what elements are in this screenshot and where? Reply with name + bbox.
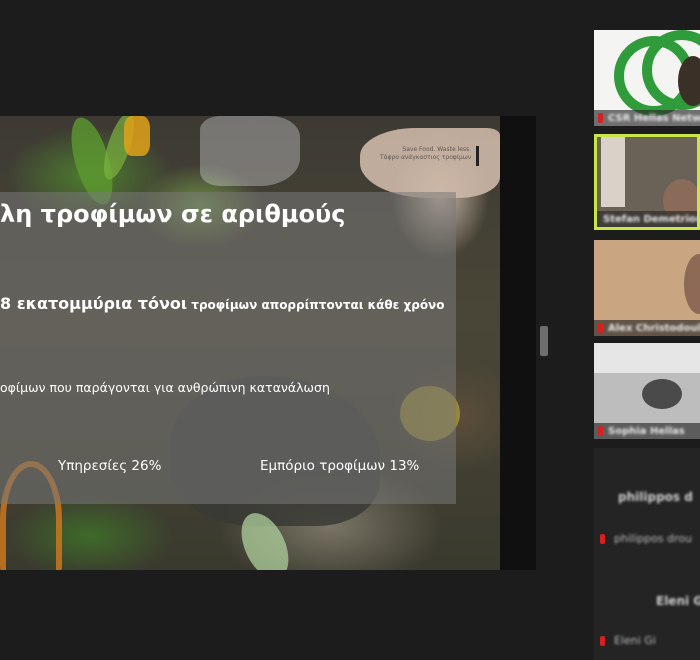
slide-watermark: Save Food. Waste less. Τάφρο ανάγκαστιος… <box>380 146 472 161</box>
participant-tile-active-speaker[interactable]: Stefan Demetriou <box>594 134 700 230</box>
participant-video <box>678 56 700 106</box>
slide-edge <box>500 116 536 570</box>
hand-shape <box>360 128 500 198</box>
leaf-shape <box>97 116 141 183</box>
mic-muted-icon <box>598 113 603 123</box>
participant-list-name[interactable]: Eleni Gi <box>656 594 700 608</box>
participant-name: CSR Hellas Network <box>608 113 700 124</box>
food-trade-stat: Εμπόριο τροφίμων 13% <box>260 458 420 474</box>
participant-list-sub: Eleni Gi <box>614 634 656 647</box>
participant-list <box>594 448 700 660</box>
participant-video <box>642 379 682 409</box>
slide-title: λη τροφίμων σε αριθμούς <box>0 200 346 228</box>
participant-name: Alex Christodoulou <box>608 323 700 334</box>
watermark-bar <box>476 146 479 166</box>
peel-shape <box>124 116 150 156</box>
stat-rest: τροφίμων απορρίπτονται κάθε χρόνο <box>187 298 445 312</box>
mic-muted-icon <box>600 636 605 646</box>
shared-screen-slide: Save Food. Waste less. Τάφρο ανάγκαστιος… <box>0 116 500 570</box>
background-object <box>594 343 700 373</box>
participant-tile[interactable]: Alex Christodoulou <box>594 240 700 336</box>
stat-highlight: 8 εκατομμύρια τόνοι <box>0 294 188 313</box>
grass-shape <box>232 505 298 570</box>
participant-list-name[interactable]: philippos d <box>618 490 693 504</box>
mic-muted-icon <box>598 426 603 436</box>
panel-resize-handle[interactable] <box>540 326 548 356</box>
services-stat: Υπηρεσίες 26% <box>58 458 162 474</box>
slide-subline: οφίμων που παράγονται για ανθρώπινη κατα… <box>0 380 330 395</box>
participant-name: Sophia Hellas <box>608 426 685 437</box>
mic-muted-icon <box>600 534 605 544</box>
participant-video <box>684 254 700 314</box>
slide-stat-line: 8 εκατομμύρια τόνοι τροφίμων απορρίπτοντ… <box>0 294 444 313</box>
participant-name: Stefan Demetriou <box>603 214 700 225</box>
participant-list-sub: philippos drou <box>614 532 693 545</box>
mic-muted-icon <box>598 323 603 333</box>
participant-tile[interactable]: Sophia Hellas <box>594 343 700 439</box>
participant-tile[interactable]: CSR Hellas Network <box>594 30 700 126</box>
plastic-bag-shape <box>200 116 300 186</box>
background-object <box>601 137 625 207</box>
